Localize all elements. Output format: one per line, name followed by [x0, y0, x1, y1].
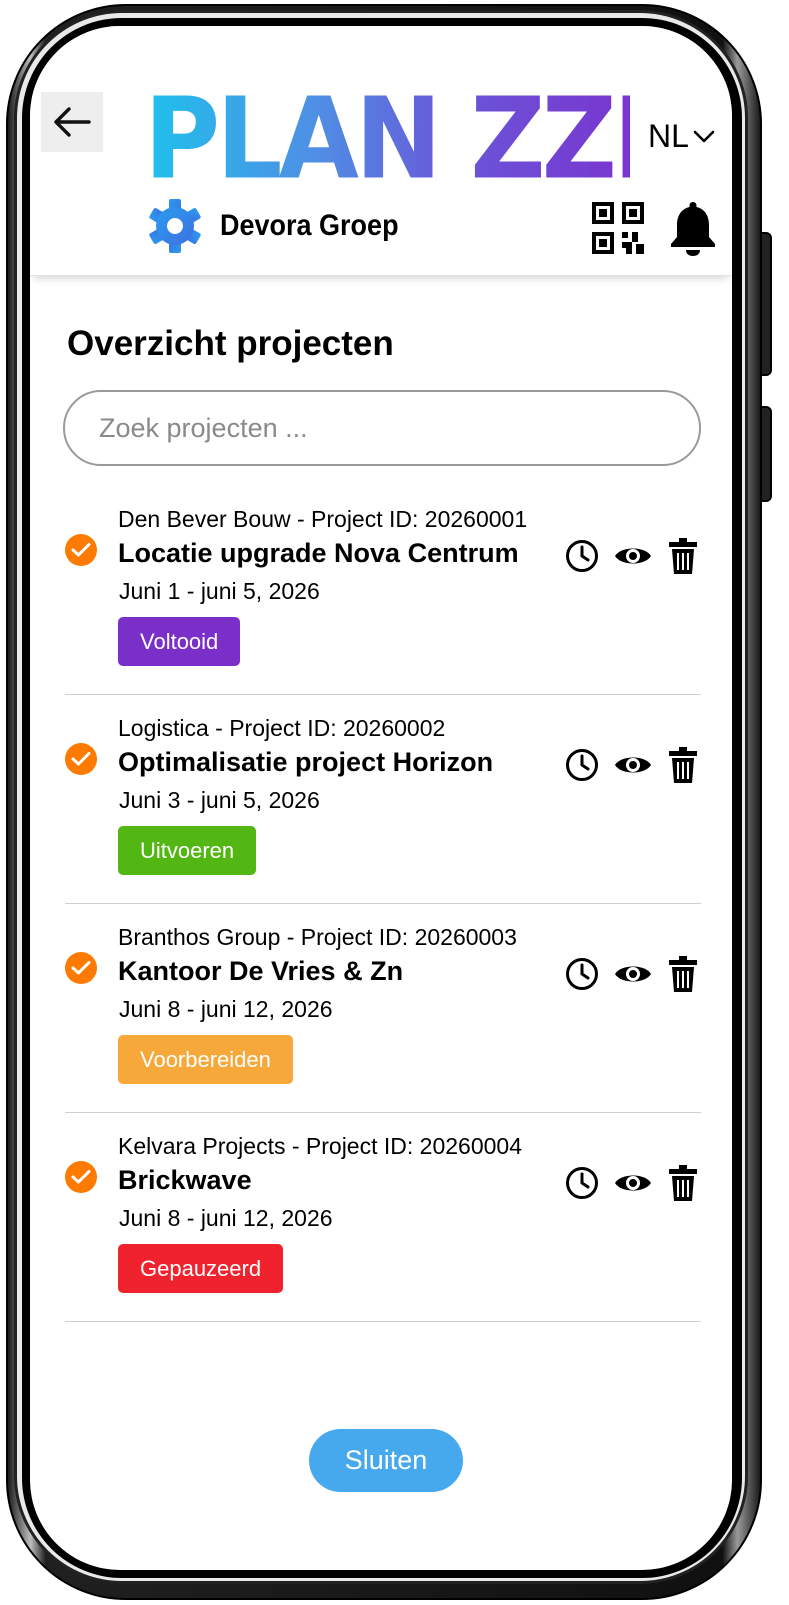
eye-icon — [615, 1175, 651, 1191]
eye-icon — [615, 757, 651, 773]
trash-icon — [669, 1165, 697, 1201]
delete-button[interactable] — [667, 747, 699, 783]
trash-icon — [669, 747, 697, 783]
arrow-left-icon — [54, 107, 91, 137]
check-circle-icon — [65, 743, 97, 775]
project-name: Optimalisatie project Horizon — [118, 747, 494, 777]
project-name: Brickwave — [118, 1165, 252, 1195]
phone-side-button — [760, 232, 772, 376]
project-actions — [565, 538, 699, 574]
project-dates: Juni 3 - juni 5, 2026 — [119, 787, 320, 813]
project-actions — [565, 956, 699, 992]
check-circle-icon — [65, 952, 97, 984]
trash-icon — [669, 956, 697, 992]
check-circle-icon — [65, 534, 97, 566]
bell-icon — [671, 202, 715, 256]
history-button[interactable] — [565, 748, 599, 782]
view-button[interactable] — [613, 957, 653, 991]
app-header: PLAN ZZP NL Devora Groep — [30, 26, 732, 276]
project-item[interactable]: Branthos Group - Project ID: 20260003 Ka… — [65, 904, 701, 1113]
close-button[interactable]: Sluiten — [309, 1429, 463, 1492]
app-logo: PLAN ZZP — [144, 72, 689, 205]
clock-icon — [566, 958, 598, 990]
page-title: Overzicht projecten — [67, 324, 394, 363]
clock-icon — [566, 1167, 598, 1199]
qr-code-icon — [592, 202, 644, 254]
company-name: Devora Groep — [220, 209, 399, 242]
history-button[interactable] — [565, 1166, 599, 1200]
project-actions — [565, 1165, 699, 1201]
clock-icon — [566, 540, 598, 572]
check-circle-icon — [65, 1161, 97, 1193]
project-dates: Juni 8 - juni 12, 2026 — [119, 996, 333, 1022]
project-name: Kantoor De Vries & Zn — [118, 956, 404, 986]
clock-icon — [566, 749, 598, 781]
view-button[interactable] — [613, 1166, 653, 1200]
project-item[interactable]: Logistica - Project ID: 20260002 Optimal… — [65, 695, 701, 904]
language-selector[interactable]: NL — [648, 118, 715, 155]
phone-side-button — [760, 406, 772, 502]
app-screen: PLAN ZZP NL Devora Groep Overzicht proje… — [30, 26, 732, 1570]
project-client: Branthos Group - Project ID: 20260003 — [118, 924, 517, 950]
eye-icon — [615, 966, 651, 982]
search-input[interactable] — [63, 390, 701, 466]
delete-button[interactable] — [667, 956, 699, 992]
chevron-down-icon — [693, 130, 715, 142]
company-switcher[interactable]: Devora Groep — [148, 198, 418, 254]
language-label: NL — [648, 118, 689, 154]
delete-button[interactable] — [667, 538, 699, 574]
gear-icon — [149, 199, 201, 253]
status-badge: Gepauzeerd — [118, 1244, 284, 1293]
status-badge: Uitvoeren — [118, 826, 257, 875]
history-button[interactable] — [565, 957, 599, 991]
project-client: Kelvara Projects - Project ID: 20260004 — [118, 1133, 522, 1159]
status-badge: Voorbereiden — [118, 1035, 293, 1084]
project-name: Locatie upgrade Nova Centrum — [118, 538, 519, 568]
view-button[interactable] — [613, 748, 653, 782]
qr-code-button[interactable] — [592, 202, 644, 254]
delete-button[interactable] — [667, 1165, 699, 1201]
notifications-button[interactable] — [668, 200, 718, 256]
status-badge: Voltooid — [118, 617, 241, 666]
project-list: Den Bever Bouw - Project ID: 20260001 Lo… — [65, 486, 701, 1322]
history-button[interactable] — [565, 539, 599, 573]
project-client: Den Bever Bouw - Project ID: 20260001 — [118, 506, 528, 532]
eye-icon — [615, 548, 651, 564]
project-item[interactable]: Den Bever Bouw - Project ID: 20260001 Lo… — [65, 486, 701, 695]
view-button[interactable] — [613, 539, 653, 573]
project-actions — [565, 747, 699, 783]
project-dates: Juni 8 - juni 12, 2026 — [119, 1205, 333, 1231]
back-button[interactable] — [41, 92, 103, 152]
trash-icon — [669, 538, 697, 574]
project-client: Logistica - Project ID: 20260002 — [118, 715, 446, 741]
project-item[interactable]: Kelvara Projects - Project ID: 20260004 … — [65, 1113, 701, 1322]
project-dates: Juni 1 - juni 5, 2026 — [119, 578, 320, 604]
